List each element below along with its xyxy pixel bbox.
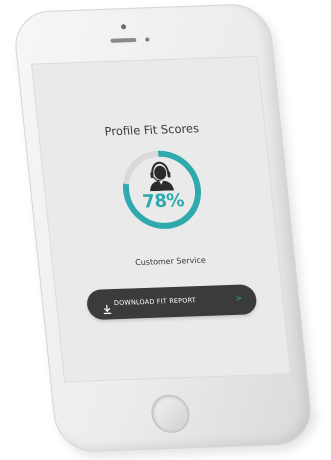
mockup-stage: Profile Fit Scores 78% Customer Service … [0,0,331,460]
customer-service-agent-icon [145,160,176,192]
download-icon [102,299,112,315]
page-title: Profile Fit Scores [103,121,200,139]
proximity-sensor [145,37,150,42]
role-label: Customer Service [134,255,207,268]
front-camera [120,24,127,30]
download-fit-report-button[interactable]: DOWNLOAD FIT REPORT > [85,284,258,321]
phone-device: Profile Fit Scores 78% Customer Service … [11,3,315,453]
download-button-label: DOWNLOAD FIT REPORT [113,296,197,308]
chevron-right-icon: > [235,293,243,303]
phone-screen: Profile Fit Scores 78% Customer Service … [31,55,292,383]
score-percentage: 78% [141,190,185,213]
